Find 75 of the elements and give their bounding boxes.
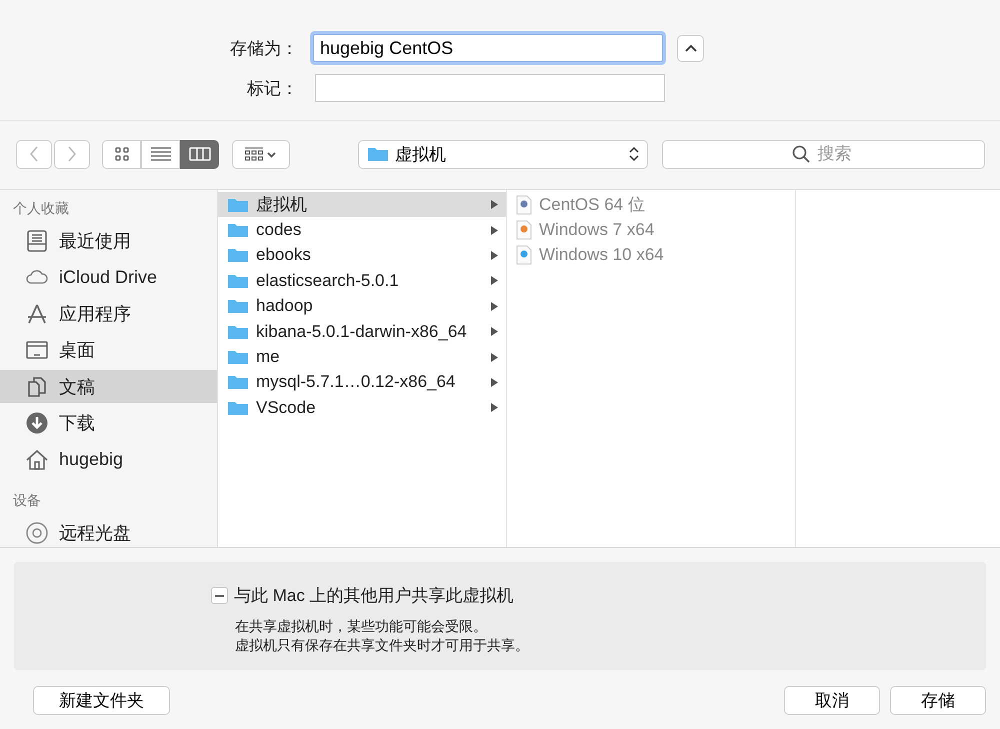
desktop-icon <box>25 338 49 362</box>
disclosure-icon <box>491 302 498 311</box>
folder-icon <box>227 298 249 314</box>
arrange-button[interactable] <box>232 140 290 168</box>
folder-icon <box>227 196 249 213</box>
folder-row[interactable]: elasticsearch-5.0.1 <box>218 268 506 294</box>
sidebar-item[interactable]: 最近使用 <box>0 224 217 257</box>
share-note: 在共享虚拟机时，某些功能可能会受限。 <box>235 617 488 636</box>
list-icon <box>150 147 170 161</box>
folder-row[interactable]: mysql-5.7.1…0.12-x86_64 <box>218 370 506 396</box>
document-icon <box>516 220 532 240</box>
sidebar-item[interactable]: 下载 <box>0 406 217 440</box>
folder-row[interactable]: VScode <box>218 395 506 421</box>
search-field[interactable]: 搜索 <box>662 140 985 168</box>
sidebar-heading: 个人收藏 <box>12 199 70 218</box>
sidebar-heading: 设备 <box>12 491 42 510</box>
disclosure-icon <box>491 200 498 210</box>
download-icon <box>25 411 49 435</box>
disc-icon <box>25 520 49 544</box>
document-icon <box>516 245 532 266</box>
cancel-button[interactable]: 取消 <box>784 686 880 715</box>
folder-row[interactable]: me <box>218 344 506 370</box>
folder-row[interactable]: codes <box>218 217 506 243</box>
tags-field[interactable] <box>315 74 665 102</box>
grid-icon <box>114 147 128 161</box>
folder-icon <box>227 374 249 390</box>
icon-view-button[interactable] <box>102 140 141 168</box>
chevron-up-icon <box>684 44 696 52</box>
folder-icon <box>227 222 249 238</box>
arrange-icon <box>245 147 277 161</box>
disclosure-icon <box>491 250 498 260</box>
folder-icon <box>227 272 249 289</box>
tray-icon <box>25 228 49 252</box>
sidebar-item[interactable]: 桌面 <box>0 334 217 366</box>
save-as-label: 存储为： <box>229 38 299 60</box>
folder-icon <box>227 324 249 340</box>
disclosure-icon <box>491 276 498 286</box>
sidebar-item[interactable]: 文稿 <box>0 370 217 403</box>
sidebar-item[interactable]: 应用程序 <box>0 297 217 330</box>
chevron-right-icon <box>67 146 77 162</box>
share-checkbox[interactable] <box>211 587 228 604</box>
home-icon <box>25 448 49 472</box>
folder-icon <box>227 400 249 416</box>
list-view-button[interactable] <box>141 140 180 168</box>
new-folder-button[interactable]: 新建文件夹 <box>33 686 170 715</box>
folder-icon <box>227 247 249 264</box>
disclosure-icon <box>491 352 498 362</box>
sidebar-item[interactable]: iCloud Drive <box>0 260 217 294</box>
folder-row[interactable]: kibana-5.0.1-darwin-x86_64 <box>218 318 506 344</box>
sidebar-item[interactable]: 远程光盘 <box>0 516 217 547</box>
sidebar-item[interactable]: hugebig <box>0 443 217 476</box>
file-name-field[interactable]: hugebig CentOS <box>313 34 663 62</box>
documents-icon <box>25 374 49 398</box>
app-store-icon <box>25 302 49 326</box>
share-label: 与此 Mac 上的其他用户共享此虚拟机 <box>234 585 514 607</box>
folder-icon <box>227 349 249 366</box>
column-view-button[interactable] <box>180 140 219 168</box>
location-dropdown[interactable]: 虚拟机 <box>358 140 648 168</box>
share-note: 虚拟机只有保存在共享文件夹时才可用于共享。 <box>235 636 530 655</box>
disclosure-icon <box>491 226 498 235</box>
disclosure-icon <box>491 327 498 336</box>
folder-row[interactable]: ebooks <box>218 242 506 268</box>
folder-icon <box>367 146 389 162</box>
chevron-left-icon <box>29 146 39 162</box>
disclosure-icon <box>491 403 498 412</box>
document-icon <box>516 194 532 215</box>
columns-icon <box>188 147 210 161</box>
search-icon <box>792 144 810 162</box>
disclosure-icon <box>491 378 498 387</box>
collapse-button[interactable] <box>677 34 704 62</box>
folder-row[interactable]: hadoop <box>218 294 506 319</box>
save-button[interactable]: 存储 <box>890 686 986 715</box>
folder-row[interactable]: 虚拟机 <box>218 192 506 218</box>
up-down-arrows-icon <box>629 146 639 162</box>
tags-label: 标记： <box>246 78 299 100</box>
